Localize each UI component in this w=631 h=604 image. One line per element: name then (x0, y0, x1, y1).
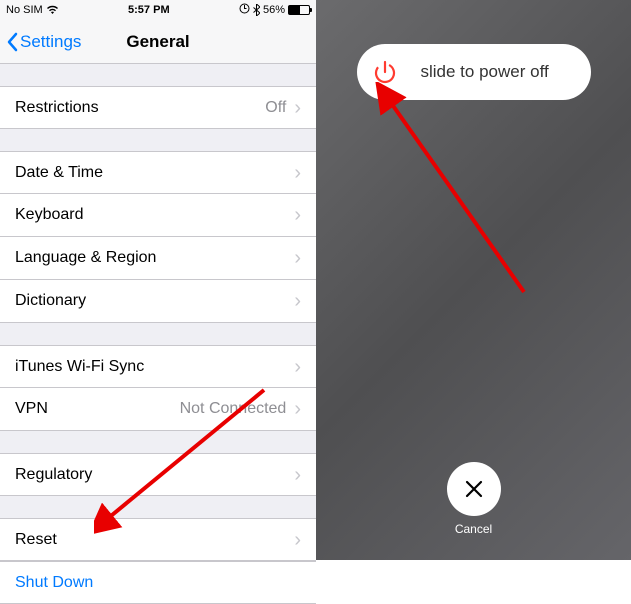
back-label: Settings (20, 32, 81, 52)
cell-value: Off (265, 99, 286, 117)
chevron-right-icon: › (294, 399, 301, 419)
chevron-right-icon: › (294, 291, 301, 311)
bluetooth-icon (253, 4, 260, 16)
carrier-text: No SIM (6, 4, 43, 16)
rotation-lock-icon (239, 3, 250, 17)
cell-label: Date & Time (15, 164, 294, 182)
slide-to-power-off[interactable]: slide to power off (357, 44, 591, 100)
chevron-right-icon: › (294, 530, 301, 550)
shutdown-label: Shut Down (15, 574, 301, 592)
status-bar: No SIM 5:57 PM 56% (0, 0, 316, 20)
cell-label: Keyboard (15, 206, 294, 224)
cell-keyboard[interactable]: Keyboard › (0, 194, 316, 237)
cell-label: VPN (15, 400, 180, 418)
cancel-group: Cancel (447, 462, 501, 536)
nav-bar: Settings General (0, 20, 316, 64)
group-reset: Reset › Shut Down (0, 518, 316, 604)
cell-regulatory[interactable]: Regulatory › (0, 453, 316, 496)
battery-icon (288, 5, 310, 15)
cell-language-region[interactable]: Language & Region › (0, 237, 316, 280)
chevron-right-icon: › (294, 357, 301, 377)
close-icon (463, 478, 485, 500)
battery-pct: 56% (263, 4, 285, 16)
cancel-button[interactable] (447, 462, 501, 516)
group-sync: iTunes Wi-Fi Sync › VPN Not Connected › (0, 345, 316, 431)
group-localization: Date & Time › Keyboard › Language & Regi… (0, 151, 316, 323)
chevron-right-icon: › (294, 248, 301, 268)
cell-itunes-wifi-sync[interactable]: iTunes Wi-Fi Sync › (0, 345, 316, 388)
chevron-right-icon: › (294, 98, 301, 118)
cell-reset[interactable]: Reset › (0, 518, 316, 561)
cell-label: Language & Region (15, 249, 294, 267)
cell-shut-down[interactable]: Shut Down (0, 561, 316, 604)
cell-label: Regulatory (15, 466, 294, 484)
settings-general-screen: No SIM 5:57 PM 56% Settings General Rest… (0, 0, 316, 560)
cell-label: Restrictions (15, 99, 265, 117)
cell-dictionary[interactable]: Dictionary › (0, 280, 316, 323)
chevron-right-icon: › (294, 465, 301, 485)
annotation-arrow-power-icon (374, 82, 544, 312)
power-off-screen: slide to power off Cancel (316, 0, 631, 560)
back-chevron-icon (6, 32, 18, 52)
back-button[interactable]: Settings (0, 32, 81, 52)
page-title: General (126, 32, 189, 52)
cancel-label: Cancel (447, 522, 501, 536)
wifi-icon (46, 5, 59, 15)
cell-date-time[interactable]: Date & Time › (0, 151, 316, 194)
status-time: 5:57 PM (128, 4, 170, 16)
cell-label: Reset (15, 531, 294, 549)
chevron-right-icon: › (294, 163, 301, 183)
cell-restrictions[interactable]: Restrictions Off › (0, 86, 316, 129)
chevron-right-icon: › (294, 205, 301, 225)
power-icon[interactable] (361, 48, 409, 96)
slide-label: slide to power off (409, 62, 587, 82)
group-regulatory: Regulatory › (0, 453, 316, 496)
cell-vpn[interactable]: VPN Not Connected › (0, 388, 316, 431)
cell-label: Dictionary (15, 292, 294, 310)
group-restrictions: Restrictions Off › (0, 86, 316, 129)
cell-label: iTunes Wi-Fi Sync (15, 358, 294, 376)
cell-value: Not Connected (180, 400, 287, 418)
